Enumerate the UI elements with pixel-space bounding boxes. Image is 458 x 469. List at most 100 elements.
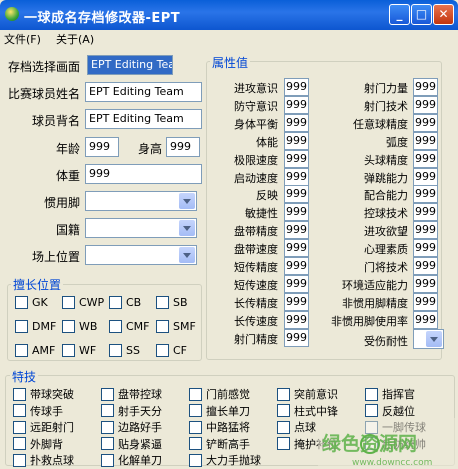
position-dropdown[interactable] — [85, 245, 197, 265]
checkbox-box[interactable] — [62, 320, 75, 333]
checkbox-box[interactable] — [101, 453, 114, 467]
attr-value-长传速度[interactable]: 999 — [284, 310, 309, 329]
checkbox-box[interactable] — [13, 404, 26, 417]
checkbox-CF[interactable]: CF — [156, 344, 187, 357]
chevron-down-icon[interactable] — [179, 193, 195, 209]
checkbox-中路猛将[interactable]: 中路猛将 — [189, 419, 250, 435]
checkbox-box[interactable] — [189, 387, 202, 401]
age-field[interactable]: 999 — [85, 137, 119, 157]
title-bar[interactable]: 一球成名存档修改器-EPT _ □ ✕ — [0, 0, 458, 30]
checkbox-box[interactable] — [13, 453, 26, 467]
attr-value-敏捷性[interactable]: 999 — [284, 203, 309, 222]
attr-value-配合能力[interactable]: 999 — [413, 185, 438, 204]
checkbox-擅长单刀[interactable]: 擅长单刀 — [189, 403, 250, 419]
checkbox-SS[interactable]: SS — [109, 344, 140, 357]
checkbox-box[interactable] — [15, 296, 28, 309]
checkbox-AMF[interactable]: AMF — [15, 344, 55, 357]
checkbox-指挥官[interactable]: 指挥官 — [365, 386, 415, 402]
checkbox-传球手[interactable]: 传球手 — [13, 403, 63, 419]
checkbox-box[interactable] — [109, 320, 122, 333]
checkbox-DMF[interactable]: DMF — [15, 320, 56, 333]
attr-value-环境适应能力[interactable]: 999 — [413, 274, 438, 293]
attr-value-任意球精度[interactable]: 999 — [413, 113, 438, 132]
attr-value-盘带精度[interactable]: 999 — [284, 221, 309, 240]
attr-value-心理素质[interactable]: 999 — [413, 239, 438, 258]
checkbox-SB[interactable]: SB — [156, 296, 188, 309]
checkbox-box[interactable] — [62, 296, 75, 309]
checkbox-柱式中锋[interactable]: 柱式中锋 — [277, 403, 338, 419]
player-name-field[interactable]: EPT Editing Team — [85, 82, 202, 102]
attr-value-启动速度[interactable]: 999 — [284, 167, 309, 186]
checkbox-盘带控球[interactable]: 盘带控球 — [101, 386, 162, 402]
attr-value-非惯用脚使用率[interactable]: 999 — [413, 310, 438, 329]
checkbox-CMF[interactable]: CMF — [109, 320, 150, 333]
attr-value-短传速度[interactable]: 999 — [284, 274, 309, 293]
attr-value-射门技术[interactable]: 999 — [413, 95, 438, 114]
attr-value-射门精度[interactable]: 999 — [284, 328, 309, 347]
checkbox-box[interactable] — [101, 404, 114, 417]
checkbox-box[interactable] — [101, 437, 114, 450]
checkbox-化解单刀[interactable]: 化解单刀 — [101, 452, 162, 468]
checkbox-box[interactable] — [15, 344, 28, 357]
attr-value-头球精度[interactable]: 999 — [413, 149, 438, 168]
minimize-button[interactable]: _ — [389, 4, 410, 25]
attr-value-体能[interactable]: 999 — [284, 131, 309, 150]
checkbox-贴身紧逼[interactable]: 贴身紧逼 — [101, 436, 162, 452]
checkbox-GK[interactable]: GK — [15, 296, 48, 309]
attr-value-盘带速度[interactable]: 999 — [284, 239, 309, 258]
checkbox-box[interactable] — [277, 387, 290, 401]
checkbox-点球[interactable]: 点球 — [277, 419, 316, 435]
attr-value-非惯用脚精度[interactable]: 999 — [413, 292, 438, 311]
attr-value-身体平衡[interactable]: 999 — [284, 113, 309, 132]
checkbox-box[interactable] — [277, 420, 290, 434]
back-name-field[interactable]: EPT Editing Team — [85, 109, 202, 129]
menu-file[interactable]: 文件(F) — [4, 31, 41, 47]
checkbox-box[interactable] — [277, 437, 290, 450]
checkbox-带球突破[interactable]: 带球突破 — [13, 386, 74, 402]
checkbox-box[interactable] — [62, 344, 75, 357]
checkbox-铲断高手[interactable]: 铲断高手 — [189, 436, 250, 452]
checkbox-box[interactable] — [13, 420, 26, 434]
checkbox-box[interactable] — [365, 387, 378, 401]
checkbox-box[interactable] — [156, 320, 169, 333]
checkbox-box[interactable] — [189, 437, 202, 450]
checkbox-边路好手[interactable]: 边路好手 — [101, 419, 162, 435]
chevron-down-icon[interactable] — [179, 220, 195, 236]
checkbox-WF[interactable]: WF — [62, 344, 96, 357]
attr-value-防守意识[interactable]: 999 — [284, 95, 309, 114]
attr-value-极限速度[interactable]: 999 — [284, 149, 309, 168]
attr-value-反映[interactable]: 999 — [284, 185, 309, 204]
checkbox-box[interactable] — [109, 344, 122, 357]
checkbox-box[interactable] — [13, 437, 26, 450]
checkbox-box[interactable] — [156, 296, 169, 309]
checkbox-box[interactable] — [277, 404, 290, 417]
checkbox-CB[interactable]: CB — [109, 296, 141, 309]
attr-value-进攻意识[interactable]: 999 — [284, 78, 309, 96]
checkbox-大力手抛球[interactable]: 大力手抛球 — [189, 452, 261, 468]
checkbox-box[interactable] — [189, 420, 202, 434]
chevron-down-icon[interactable] — [179, 247, 195, 263]
save-select-field[interactable]: EPT Editing Team — [87, 55, 173, 75]
attr-value-弧度[interactable]: 999 — [413, 131, 438, 150]
checkbox-CWP[interactable]: CWP — [62, 296, 104, 309]
checkbox-box[interactable] — [156, 344, 169, 357]
attr-value-进攻欲望[interactable]: 999 — [413, 221, 438, 240]
foot-dropdown[interactable] — [85, 191, 197, 211]
height-field[interactable]: 999 — [166, 137, 200, 157]
checkbox-WB[interactable]: WB — [62, 320, 97, 333]
attr-value-控球技术[interactable]: 999 — [413, 203, 438, 222]
checkbox-突前意识[interactable]: 突前意识 — [277, 386, 338, 402]
chevron-down-icon[interactable] — [426, 331, 442, 347]
checkbox-反越位[interactable]: 反越位 — [365, 403, 415, 419]
checkbox-射手天分[interactable]: 射手天分 — [101, 403, 162, 419]
checkbox-box[interactable] — [13, 387, 26, 401]
attr-value-短传精度[interactable]: 999 — [284, 257, 309, 275]
weight-field[interactable]: 999 — [85, 164, 202, 184]
maximize-button[interactable]: □ — [411, 4, 432, 25]
injury-dropdown[interactable] — [413, 329, 444, 349]
close-button[interactable]: ✕ — [433, 4, 454, 25]
checkbox-扑救点球[interactable]: 扑救点球 — [13, 452, 74, 468]
checkbox-box[interactable] — [101, 420, 114, 434]
checkbox-box[interactable] — [109, 296, 122, 309]
attr-value-长传精度[interactable]: 999 — [284, 292, 309, 311]
